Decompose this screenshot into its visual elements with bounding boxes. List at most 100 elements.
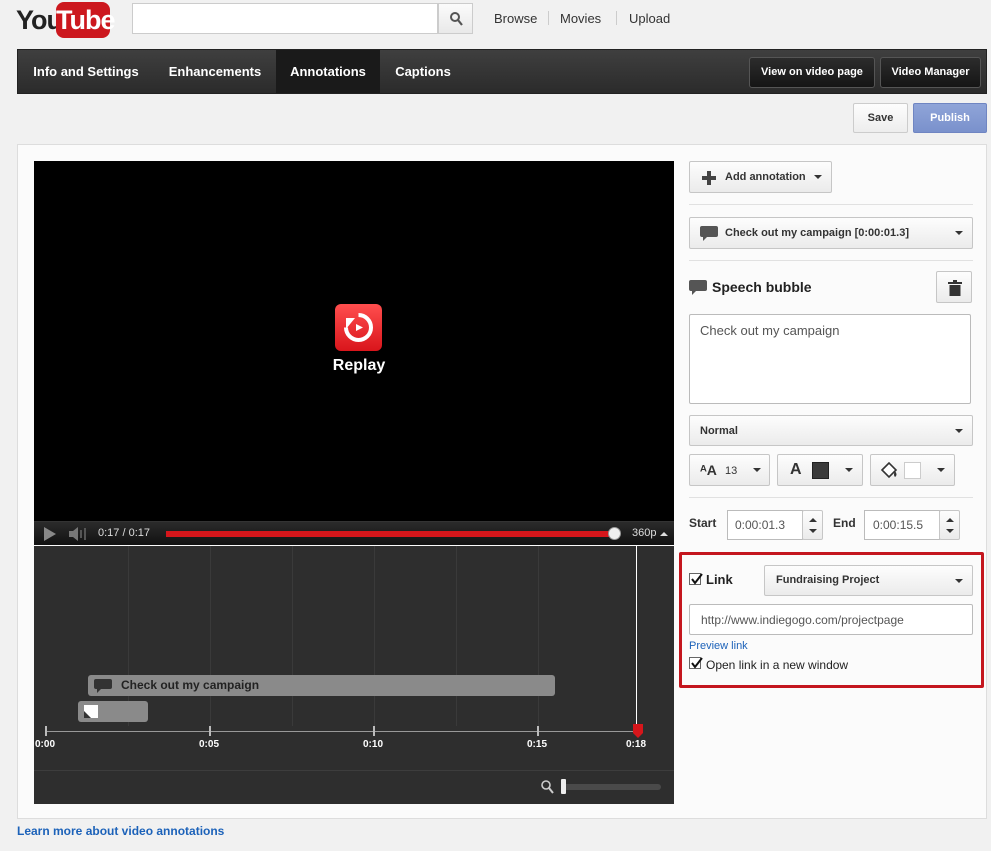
paint-bucket-icon [880,462,898,479]
add-annotation-label: Add annotation [725,171,806,183]
tick-label: 0:15 [527,739,548,750]
tick-label: 0:18 [626,739,647,750]
divider [689,497,973,498]
link-type-dropdown[interactable]: Fundraising Project [764,565,973,596]
chevron-down-icon [955,579,963,583]
checkmark-icon [691,573,703,585]
tab-captions[interactable]: Captions [380,50,466,93]
text-color-dropdown[interactable]: A [777,454,863,486]
quality-selector[interactable]: 360p [632,527,656,539]
progress-handle[interactable] [608,527,621,540]
preview-link[interactable]: Preview link [689,640,748,652]
timeline-gridline [374,546,375,726]
link-type-label: Fundraising Project [776,574,880,586]
timeline-tick [537,726,539,736]
timeline-annotation-bar[interactable]: Check out my campaign [88,675,555,696]
player-controls: 0:17 / 0:17 360p [34,521,674,545]
annotation-text-area[interactable]: Check out my campaign [689,314,971,404]
start-label: Start [689,516,717,530]
search-button[interactable] [438,3,473,34]
speech-bubble-icon [94,679,112,693]
timeline-axis [46,731,636,732]
chevron-up-icon[interactable] [809,518,817,522]
end-label: End [833,516,856,530]
new-window-label: Open link in a new window [706,658,849,672]
nav-browse[interactable]: Browse [494,11,537,26]
tab-enhancements[interactable]: Enhancements [154,50,276,93]
nav-movies[interactable]: Movies [560,11,601,26]
zoom-slider-handle[interactable] [561,779,566,794]
chevron-down-icon[interactable] [946,529,954,533]
progress-bar[interactable] [166,531,614,537]
quality-caret-icon [660,532,668,536]
nav-upload[interactable]: Upload [629,11,670,26]
annotation-text: Check out my campaign [700,323,840,338]
font-size-dropdown[interactable]: ᴬA 13 [689,454,770,486]
replay-label[interactable]: Replay [320,357,398,375]
start-time-value: 0:00:01.3 [735,518,786,532]
timeline-tick [45,726,47,736]
tab-info-and-settings[interactable]: Info and Settings [18,50,154,93]
chevron-up-icon[interactable] [946,518,954,522]
font-size-value: 13 [725,465,738,477]
timeline-divider [34,770,674,771]
link-label: Link [706,572,733,587]
link-url-input[interactable]: http://www.indiegogo.com/projectpage [689,604,973,635]
editor-tab-bar: Info and Settings Enhancements Annotatio… [17,49,987,94]
search-icon [450,12,463,26]
timeline-gridline [210,546,211,726]
learn-more-link[interactable]: Learn more about video annotations [17,824,224,838]
video-manager-button[interactable]: Video Manager [880,57,981,88]
chevron-down-icon [955,429,963,433]
time-display: 0:17 / 0:17 [98,527,150,539]
playhead-marker-icon[interactable] [632,724,644,738]
replay-icon[interactable] [335,304,382,351]
plus-icon [702,171,716,185]
chevron-down-icon [753,468,761,472]
chevron-down-icon [814,175,822,179]
volume-icon[interactable] [69,527,89,541]
new-window-checkbox[interactable] [689,657,703,669]
checkmark-icon [691,657,703,669]
selected-annotation-label: Check out my campaign [0:00:01.3] [725,227,910,239]
add-annotation-button[interactable]: Add annotation [689,161,832,193]
link-checkbox[interactable] [689,573,703,585]
annotation-select-dropdown[interactable]: Check out my campaign [0:00:01.3] [689,217,973,249]
speech-bubble-icon [700,226,718,241]
chevron-down-icon [845,468,853,472]
save-button[interactable]: Save [853,103,908,133]
tick-label: 0:05 [199,739,220,750]
tick-label: 0:10 [363,739,384,750]
text-color-swatch [812,462,829,479]
end-time-value: 0:00:15.5 [873,518,924,532]
background-color-dropdown[interactable] [870,454,955,486]
timeline-tick [209,726,211,736]
end-time-stepper[interactable] [939,510,960,540]
view-on-video-page-button[interactable]: View on video page [749,57,875,88]
publish-button[interactable]: Publish [913,103,987,133]
zoom-slider[interactable] [562,784,661,790]
logo-tube-text: Tube [56,2,116,38]
style-dropdown[interactable]: Normal [689,415,973,446]
tab-annotations[interactable]: Annotations [276,50,380,93]
start-time-input[interactable]: 0:00:01.3 [727,510,803,540]
divider [689,260,973,261]
start-time-stepper[interactable] [802,510,823,540]
note-icon [84,705,98,718]
link-url-value: http://www.indiegogo.com/projectpage [701,613,904,627]
youtube-logo[interactable]: You Tube [16,2,116,38]
end-time-input[interactable]: 0:00:15.5 [864,510,940,540]
play-icon[interactable] [44,527,56,541]
timeline-gridline [456,546,457,726]
search-input[interactable] [132,3,438,34]
font-size-icon: ᴬA [700,462,717,478]
nav-divider [616,11,617,25]
background-color-swatch [904,462,921,479]
delete-annotation-button[interactable] [936,271,972,303]
annotation-type-title: Speech bubble [712,279,812,295]
timeline-annotation-label: Check out my campaign [121,678,260,692]
timeline-note-bar[interactable] [78,701,148,722]
chevron-down-icon[interactable] [809,529,817,533]
timeline-gridline [538,546,539,726]
divider [689,204,973,205]
